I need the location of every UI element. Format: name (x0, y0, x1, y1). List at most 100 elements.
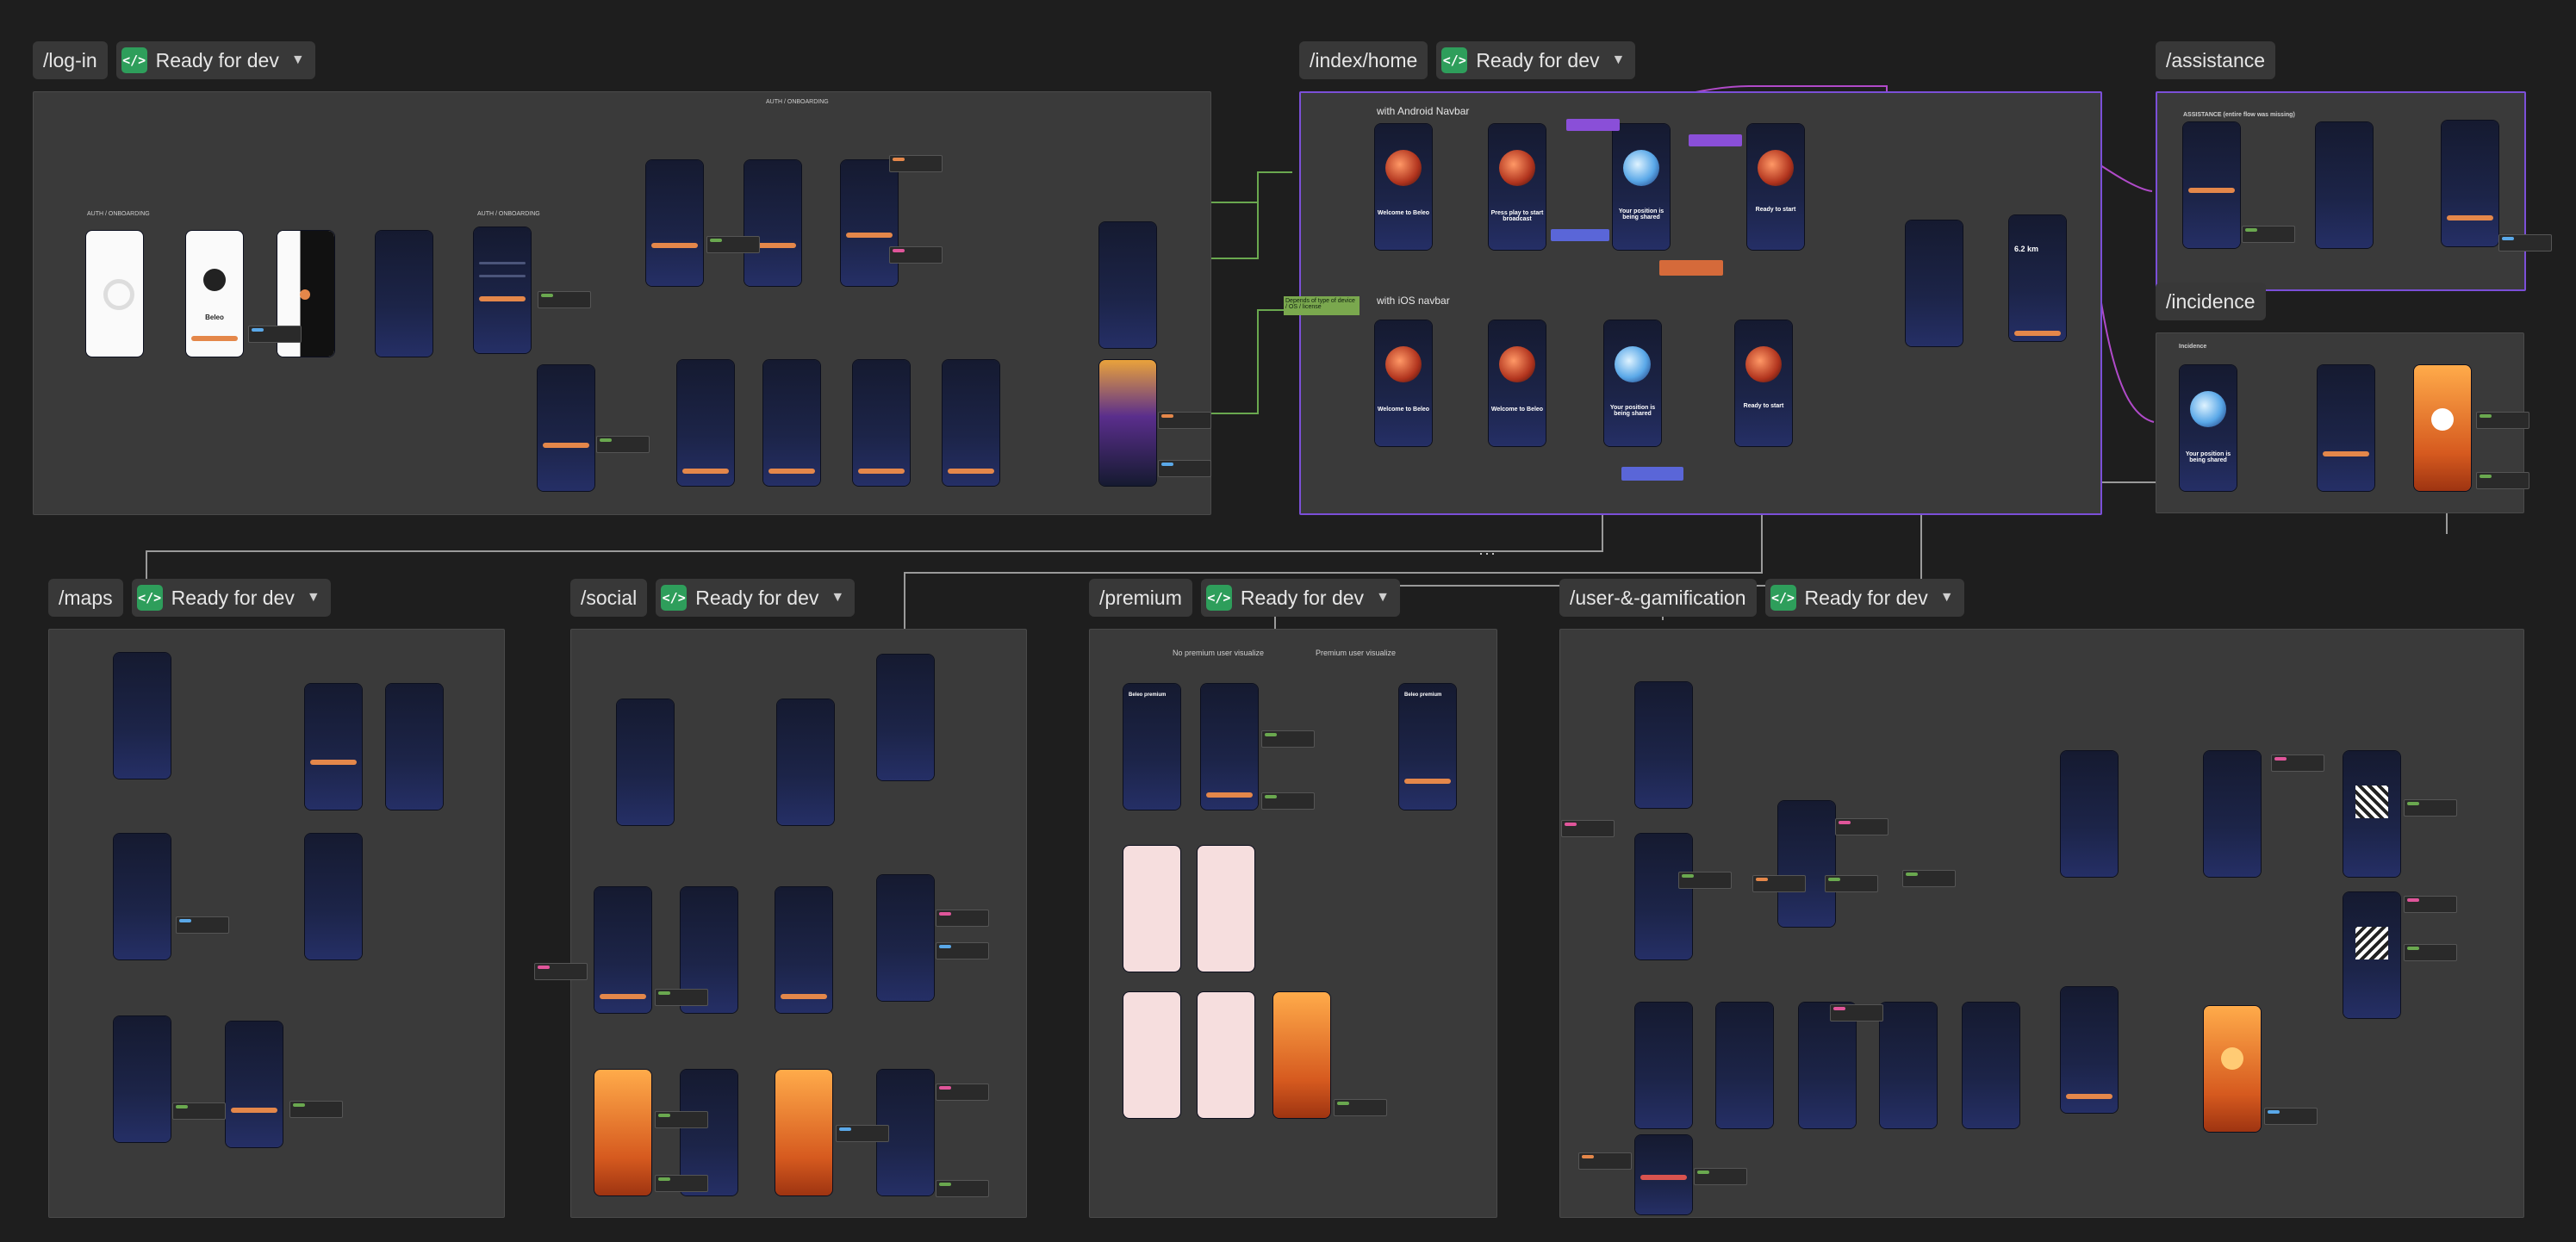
annotation-note (596, 436, 650, 453)
screen-code[interactable] (744, 160, 801, 286)
section-path-maps[interactable]: /maps (48, 579, 123, 617)
screen-forgot-password[interactable] (646, 160, 703, 286)
screen-user-profile[interactable] (1635, 682, 1692, 808)
screen-user-sub-4[interactable] (1880, 1003, 1937, 1128)
section-path-assistance[interactable]: /assistance (2156, 41, 2276, 79)
annotation-note (1678, 872, 1732, 889)
status-dropdown-maps[interactable]: </> Ready for dev ▼ (131, 579, 331, 617)
section-path-social[interactable]: /social (570, 579, 648, 617)
screen-assistance-2[interactable] (2316, 122, 2373, 248)
screen-user-qr-1[interactable] (2343, 751, 2400, 877)
screen-premium-free[interactable]: Beleo premium (1123, 684, 1180, 810)
screen-map-3[interactable] (305, 834, 362, 959)
screen-premium-sheet-1[interactable] (1123, 846, 1180, 972)
screen-home-welcome-ios-2[interactable]: Welcome to Beleo (1489, 320, 1546, 446)
status-dropdown-gamification[interactable]: </> Ready for dev ▼ (1764, 579, 1964, 617)
screen-home-sharing[interactable]: Your position is being shared (1613, 124, 1670, 250)
screen-user-settings[interactable] (1635, 834, 1692, 959)
screen-social-list[interactable] (777, 699, 834, 825)
screen-user-sub-5[interactable] (1963, 1003, 2019, 1128)
screen-map-1[interactable] (114, 653, 171, 779)
screen-map-search[interactable] (386, 684, 443, 810)
screen-map-2[interactable] (114, 834, 171, 959)
screen-social-premium[interactable] (594, 1070, 651, 1195)
screen-social-post[interactable] (594, 887, 651, 1013)
screen-user-sub-2[interactable] (1716, 1003, 1773, 1128)
screen-incidence-sharing[interactable]: Your position is being shared (2180, 365, 2237, 491)
screen-premium-sheet-3[interactable] (1123, 992, 1180, 1118)
more-dots-icon[interactable]: ··· (1478, 544, 1496, 562)
screen-create-account[interactable] (538, 365, 594, 491)
screen-premium-plans[interactable] (1201, 684, 1258, 810)
section-path-home[interactable]: /index/home (1299, 41, 1428, 79)
screen-home-welcome[interactable]: Welcome to Beleo (1375, 124, 1432, 250)
annotation-note (836, 1125, 889, 1142)
screen-incidence-confirmation[interactable] (2414, 365, 2471, 491)
annotation-note (1825, 875, 1878, 892)
screen-home-distance[interactable]: 6.2 km (2009, 215, 2066, 341)
screen-home-welcome-ios[interactable]: Welcome to Beleo (1375, 320, 1432, 446)
section-path-incidence[interactable]: /incidence (2156, 283, 2266, 320)
annotation-note (655, 1111, 708, 1128)
screen-home-press-play[interactable]: Press play to start broadcast (1489, 124, 1546, 250)
screen-social-modal[interactable] (877, 875, 934, 1001)
screen-onboarding-4[interactable] (943, 360, 999, 486)
screen-user-reward[interactable] (2204, 1006, 2261, 1132)
annotation-note (889, 246, 943, 264)
annotation-note (1752, 875, 1806, 892)
screen-user-badges[interactable] (2061, 751, 2118, 877)
screen-incidence-report[interactable] (2318, 365, 2374, 491)
screen-user-delete[interactable] (1635, 1135, 1692, 1214)
screen-caption: Welcome to Beleo (1490, 407, 1544, 413)
status-dropdown-login[interactable]: </> Ready for dev ▼ (115, 41, 315, 79)
section-path-gamification[interactable]: /user-&-gamification (1559, 579, 1757, 617)
screen-home-ready[interactable]: Ready to start (1747, 124, 1804, 250)
screen-home-sharing-ios[interactable]: Your position is being shared (1604, 320, 1661, 446)
screen-social-feed[interactable] (617, 699, 674, 825)
screen-map-4[interactable] (114, 1016, 171, 1142)
screen-splash-light[interactable] (86, 231, 143, 357)
screen-home-modal[interactable] (1906, 220, 1963, 346)
screen-social-route[interactable] (775, 887, 832, 1013)
status-dropdown-social[interactable]: </> Ready for dev ▼ (656, 579, 856, 617)
screen-assistance-3[interactable] (2442, 121, 2498, 246)
screen-onboarding-1[interactable] (677, 360, 734, 486)
screen-splash-brand[interactable]: Beleo (186, 231, 243, 357)
section-path-premium[interactable]: /premium (1089, 579, 1192, 617)
screen-onboarding-3[interactable] (853, 360, 910, 486)
screen-user-level[interactable] (2061, 987, 2118, 1113)
screen-user-sub-1[interactable] (1635, 1003, 1692, 1128)
screen-premium-sheet-2[interactable] (1198, 846, 1254, 972)
screen-welcome-back[interactable] (841, 160, 898, 286)
screen-premium-welcome[interactable] (1273, 992, 1330, 1118)
screen-user-challenges[interactable] (2204, 751, 2261, 877)
screen-map-detail[interactable] (226, 1022, 283, 1147)
screen-premium-offer[interactable] (1099, 360, 1156, 486)
status-dropdown-home[interactable]: </> Ready for dev ▼ (1436, 41, 1636, 79)
screen-permissions[interactable] (1099, 222, 1156, 348)
screen-dark-loading[interactable] (376, 231, 432, 357)
section-path-login[interactable]: /log-in (33, 41, 108, 79)
screen-map-filters[interactable] (305, 684, 362, 810)
screen-welcome-login[interactable] (474, 227, 531, 353)
screen-premium-user[interactable]: Beleo premium (1399, 684, 1456, 810)
branch-label: No premium user visualize (1173, 649, 1265, 657)
screen-user-qr-2[interactable] (2343, 892, 2400, 1018)
screen-user-edit[interactable] (1778, 801, 1835, 927)
status-label: Ready for dev (155, 48, 279, 71)
screen-caption: Your position is being shared (1609, 405, 1656, 417)
premium-header: /premium </> Ready for dev ▼ (1089, 579, 1400, 617)
group-label: AUTH / ONBOARDING (87, 211, 150, 217)
screen-premium-sheet-4[interactable] (1198, 992, 1254, 1118)
screen-home-ready-ios[interactable]: Ready to start (1735, 320, 1792, 446)
home-header: /index/home </> Ready for dev ▼ (1299, 41, 1636, 79)
brand-label: Beleo (205, 314, 224, 321)
screen-social-map[interactable] (877, 655, 934, 780)
screen-assistance-map[interactable] (2183, 122, 2240, 248)
annotation-note (2242, 226, 2295, 243)
screen-onboarding-2[interactable] (763, 360, 820, 486)
code-icon: </> (1205, 585, 1232, 611)
incidence-header: /incidence (2156, 283, 2266, 320)
status-dropdown-premium[interactable]: </> Ready for dev ▼ (1200, 579, 1400, 617)
screen-social-premium-2[interactable] (775, 1070, 832, 1195)
